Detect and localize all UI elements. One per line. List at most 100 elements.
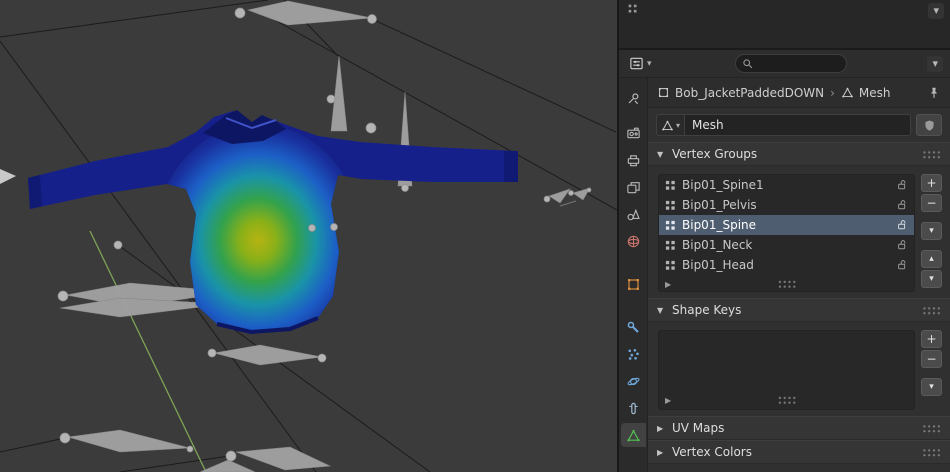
output-icon bbox=[627, 154, 639, 166]
list-expander-icon[interactable]: ▶ bbox=[665, 280, 671, 289]
collapsed-triangle-icon: ▶ bbox=[657, 423, 664, 433]
shape-keys-list[interactable]: ▶ bbox=[658, 330, 915, 410]
vertex-groups-panel-header[interactable]: ▼ Vertex Groups bbox=[648, 142, 950, 166]
resize-grip-icon[interactable] bbox=[777, 279, 796, 289]
tab-object-data[interactable] bbox=[620, 423, 646, 447]
tab-world[interactable] bbox=[621, 229, 646, 253]
vertex-group-specials-menu-button[interactable]: ▾ bbox=[921, 222, 942, 240]
viewport-3d[interactable] bbox=[0, 0, 617, 472]
drag-grip-icon[interactable] bbox=[922, 149, 941, 159]
move-group-up-button[interactable]: ▴ bbox=[921, 250, 942, 268]
modifiers-wrench-icon bbox=[627, 321, 639, 333]
collapse-chevron[interactable]: ▾ bbox=[928, 3, 944, 19]
lock-open-icon[interactable] bbox=[896, 219, 908, 231]
add-vertex-group-button[interactable]: + bbox=[921, 174, 942, 192]
properties-editor: ▾ ▾ ▾ Bob_JacketPaddedDOWN › Mesh ▾ Mesh… bbox=[617, 0, 950, 472]
vertex-group-icon bbox=[665, 260, 675, 270]
vertex-group-name: Bip01_Spine1 bbox=[682, 178, 764, 192]
vertex-group-row[interactable]: Bip01_Pelvis bbox=[659, 195, 914, 215]
mesh-icon bbox=[842, 87, 853, 98]
shape-keys-panel-body: ▶ + − ▾ bbox=[648, 322, 950, 416]
tab-output[interactable] bbox=[621, 148, 646, 172]
breadcrumb-mesh[interactable]: Mesh bbox=[841, 86, 891, 100]
filter-grid-icon[interactable] bbox=[626, 2, 640, 16]
shape-key-specials-menu-button[interactable]: ▾ bbox=[921, 378, 942, 396]
resize-grip-icon[interactable] bbox=[777, 395, 796, 405]
vertex-group-row[interactable]: Bip01_Head bbox=[659, 255, 914, 275]
search-box[interactable] bbox=[735, 54, 847, 73]
view-layer-icon bbox=[626, 181, 640, 193]
lock-open-icon[interactable] bbox=[896, 179, 908, 191]
drag-grip-icon[interactable] bbox=[922, 447, 941, 457]
vertex-group-icon bbox=[665, 220, 675, 230]
panel-title: UV Maps bbox=[672, 421, 725, 435]
tab-physics[interactable] bbox=[621, 369, 646, 393]
chevron-down-icon: ▾ bbox=[647, 58, 652, 69]
mesh-name-field[interactable] bbox=[685, 114, 911, 136]
fake-user-shield-button[interactable] bbox=[916, 114, 942, 136]
scene-icon bbox=[627, 208, 640, 220]
search-icon bbox=[743, 58, 753, 68]
add-shape-key-button[interactable]: + bbox=[921, 330, 942, 348]
panel-title: Shape Keys bbox=[672, 303, 742, 317]
expand-triangle-icon: ▼ bbox=[657, 305, 664, 315]
list-footer: ▶ bbox=[659, 391, 914, 409]
tab-modifiers[interactable] bbox=[621, 315, 646, 339]
expand-triangle-icon: ▼ bbox=[657, 149, 664, 159]
blender-window: ▾ ▾ ▾ Bob_JacketPaddedDOWN › Mesh ▾ Mesh… bbox=[0, 0, 950, 472]
breadcrumb-mesh-label: Mesh bbox=[858, 85, 891, 100]
world-icon bbox=[627, 235, 639, 247]
vertex-group-row[interactable]: Bip01_Neck bbox=[659, 235, 914, 255]
properties-content: Bob_JacketPaddedDOWN › Mesh ▾ Mesh ▼ Ver… bbox=[648, 78, 950, 472]
lock-open-icon[interactable] bbox=[896, 259, 908, 271]
vertex-groups-list: Bip01_Spine1 Bip01_Pelvis Bip01_Spine Bi… bbox=[658, 174, 915, 292]
vertex-group-icon bbox=[665, 200, 675, 210]
properties-editor-icon bbox=[630, 57, 643, 70]
vertex-group-row-selected[interactable]: Bip01_Spine bbox=[659, 215, 914, 235]
mesh-datablock-selector[interactable]: ▾ bbox=[656, 114, 686, 136]
panel-title: Vertex Colors bbox=[672, 445, 752, 459]
vertex-group-name: Bip01_Spine bbox=[682, 218, 757, 232]
list-footer: ▶ bbox=[659, 275, 914, 291]
uv-maps-panel-header[interactable]: ▶ UV Maps bbox=[648, 416, 950, 440]
tab-tool[interactable] bbox=[621, 86, 646, 110]
remove-vertex-group-button[interactable]: − bbox=[921, 194, 942, 212]
mesh-data-icon bbox=[626, 429, 640, 441]
shape-keys-panel-header[interactable]: ▼ Shape Keys bbox=[648, 298, 950, 322]
editor-type-button[interactable]: ▾ bbox=[626, 54, 655, 73]
tab-object[interactable] bbox=[621, 272, 646, 296]
property-tabs bbox=[619, 78, 648, 472]
breadcrumb: Bob_JacketPaddedDOWN › Mesh bbox=[648, 78, 950, 108]
header-collapse-chevron[interactable]: ▾ bbox=[927, 55, 943, 72]
breadcrumb-object-label: Bob_JacketPaddedDOWN bbox=[675, 85, 825, 100]
properties-header: ▾ ▾ bbox=[619, 50, 950, 78]
weight-paint-scene bbox=[0, 0, 617, 472]
lock-open-icon[interactable] bbox=[896, 239, 908, 251]
lock-open-icon[interactable] bbox=[896, 199, 908, 211]
tab-render[interactable] bbox=[621, 121, 646, 145]
vertex-colors-panel-header[interactable]: ▶ Vertex Colors bbox=[648, 440, 950, 464]
drag-grip-icon[interactable] bbox=[922, 305, 941, 315]
breadcrumb-object[interactable]: Bob_JacketPaddedDOWN bbox=[657, 86, 824, 100]
search-input[interactable] bbox=[758, 57, 840, 70]
render-icon bbox=[626, 127, 640, 138]
tab-scene[interactable] bbox=[621, 202, 646, 226]
drag-grip-icon[interactable] bbox=[922, 423, 941, 433]
vertex-group-row[interactable]: Bip01_Spine1 bbox=[659, 175, 914, 195]
tool-icon bbox=[628, 92, 638, 104]
pin-icon[interactable] bbox=[927, 86, 941, 100]
tab-particles[interactable] bbox=[621, 342, 646, 366]
object-icon bbox=[658, 87, 669, 98]
tab-view-layer[interactable] bbox=[621, 175, 646, 199]
remove-shape-key-button[interactable]: − bbox=[921, 350, 942, 368]
particles-icon bbox=[627, 348, 639, 360]
vertex-group-icon bbox=[665, 240, 675, 250]
constraints-icon bbox=[628, 402, 638, 414]
tab-constraints[interactable] bbox=[621, 396, 646, 420]
vertex-group-name: Bip01_Pelvis bbox=[682, 198, 757, 212]
shape-keys-buttons: + − ▾ bbox=[921, 330, 942, 410]
outliner-strip: ▾ bbox=[619, 0, 950, 50]
move-group-down-button[interactable]: ▾ bbox=[921, 270, 942, 288]
list-expander-icon[interactable]: ▶ bbox=[665, 396, 671, 405]
collapsed-triangle-icon: ▶ bbox=[657, 447, 664, 457]
